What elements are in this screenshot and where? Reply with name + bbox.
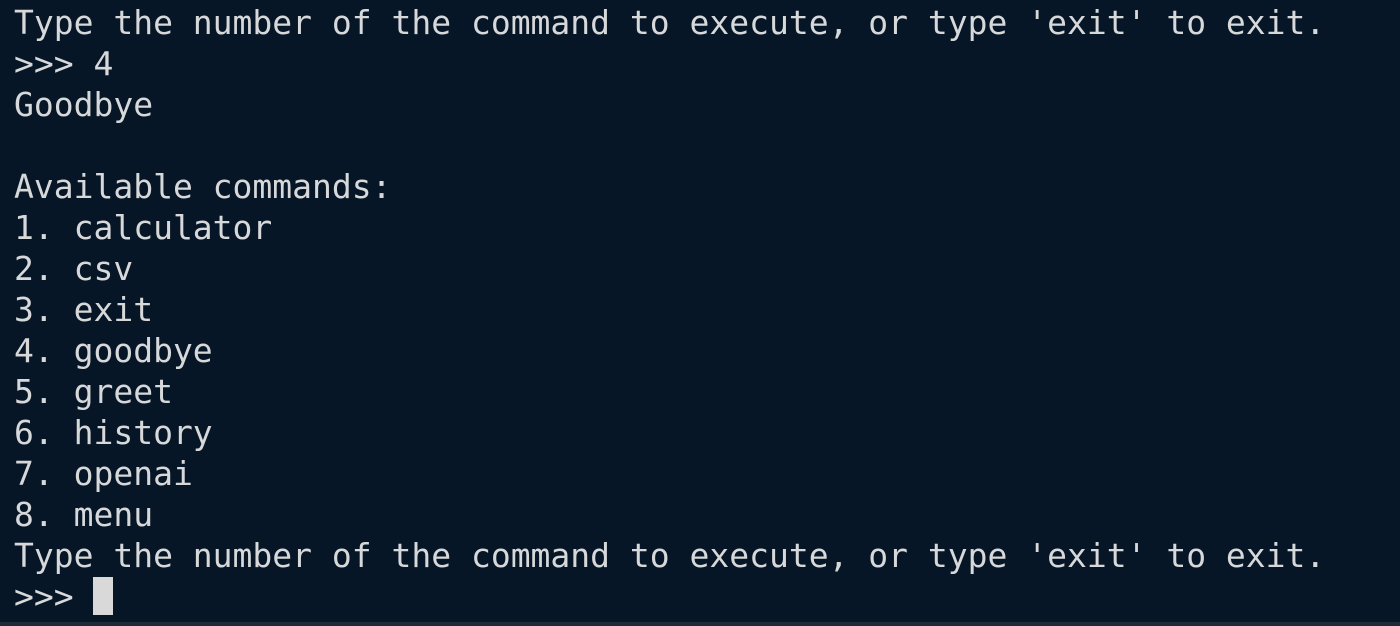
command-list-item: 2. csv xyxy=(14,249,134,288)
available-commands-heading: Available commands: xyxy=(14,167,392,206)
command-list-item: 6. history xyxy=(14,413,213,452)
terminal-window[interactable]: Type the number of the command to execut… xyxy=(0,0,1400,626)
command-response: Goodbye xyxy=(14,85,154,124)
input-prompt-line[interactable]: >>> xyxy=(14,576,1400,617)
entered-command: 4 xyxy=(93,44,114,83)
command-list-item: 3. exit xyxy=(14,290,154,329)
prompt-symbol: >>> xyxy=(14,44,74,83)
command-list-item: 8. menu xyxy=(14,495,154,534)
command-list-item: 7. openai xyxy=(14,454,193,493)
prompt-symbol: >>> xyxy=(14,577,74,616)
previous-prompt-line: >>> 4 xyxy=(14,43,1400,84)
command-list-item: 4. goodbye xyxy=(14,331,213,370)
instruction-line: Type the number of the command to execut… xyxy=(14,536,1326,575)
command-list-item: 1. calculator xyxy=(14,208,273,247)
instruction-line: Type the number of the command to execut… xyxy=(14,3,1326,42)
window-bottom-edge xyxy=(0,622,1400,626)
text-cursor xyxy=(93,577,114,615)
command-list-item: 5. greet xyxy=(14,372,173,411)
